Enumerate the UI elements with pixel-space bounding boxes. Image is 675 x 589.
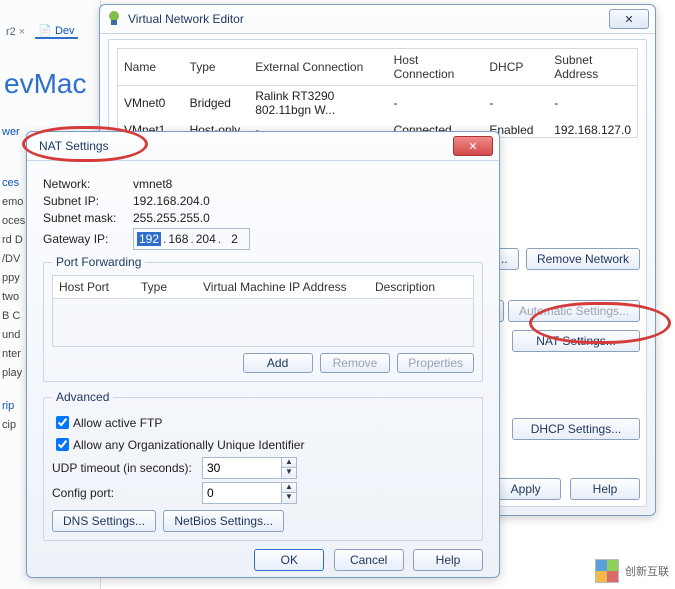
help-button[interactable]: Help [570,478,640,500]
advanced-legend: Advanced [52,390,113,404]
pf-remove-button[interactable]: Remove [320,353,390,373]
subnet-value: 192.168.204.0 [133,194,210,208]
dhcp-settings-button[interactable]: DHCP Settings... [512,418,640,440]
udp-timeout-label: UDP timeout (in seconds): [52,461,202,475]
nat-settings-button[interactable]: NAT Settings... [512,330,640,352]
config-port-label: Config port: [52,486,202,500]
col-host[interactable]: Host Connection [388,49,484,86]
udp-timeout-input[interactable] [203,458,281,478]
app-icon [106,10,122,29]
table-row[interactable]: VMnet0 Bridged Ralink RT3290 802.11bgn W… [118,86,637,121]
col-type[interactable]: Type [184,49,250,86]
port-forwarding-group: Port Forwarding Host Port Type Virtual M… [43,255,483,382]
config-port-stepper[interactable]: ▲▼ [202,482,297,504]
vne-titlebar[interactable]: Virtual Network Editor ✕ [100,5,655,34]
dns-settings-button[interactable]: DNS Settings... [52,510,156,532]
col-subnet[interactable]: Subnet Address [548,49,637,86]
allow-oui-checkbox[interactable] [56,438,69,451]
network-value: vmnet8 [133,177,172,191]
chevron-down-icon[interactable]: ▼ [282,493,296,502]
help-button[interactable]: Help [413,549,483,571]
gateway-label: Gateway IP: [43,232,133,246]
window-title: Virtual Network Editor [128,12,244,26]
cancel-button[interactable]: Cancel [334,549,404,571]
udp-timeout-stepper[interactable]: ▲▼ [202,457,297,479]
automatic-settings-button[interactable]: Automatic Settings... [508,300,640,322]
mask-label: Subnet mask: [43,211,133,225]
gateway-ip-input[interactable]: 192. 168. 204. 2 [133,228,250,250]
close-button[interactable]: ✕ [609,9,649,29]
watermark-logo: 创新互联 [595,559,669,583]
config-port-input[interactable] [203,483,281,503]
bg-tab-label: r2 [6,26,16,38]
col-dhcp[interactable]: DHCP [483,49,548,86]
network-table[interactable]: Name Type External Connection Host Conne… [118,49,637,138]
pf-add-button[interactable]: Add [243,353,313,373]
nat-titlebar[interactable]: NAT Settings ✕ [27,132,499,161]
remove-network-button[interactable]: Remove Network [526,248,640,270]
netbios-settings-button[interactable]: NetBios Settings... [163,510,284,532]
allow-active-ftp-checkbox[interactable] [56,416,69,429]
port-forwarding-legend: Port Forwarding [52,255,145,269]
network-label: Network: [43,177,133,191]
logo-text: 创新互联 [625,563,669,579]
dialog-title: NAT Settings [39,139,109,153]
close-button[interactable]: ✕ [453,136,493,156]
chevron-down-icon[interactable]: ▼ [282,468,296,477]
subnet-label: Subnet IP: [43,194,133,208]
pf-properties-button[interactable]: Properties [397,353,474,373]
page-title: evMac [4,68,86,100]
port-forwarding-table[interactable]: Host Port Type Virtual Machine IP Addres… [53,276,473,299]
advanced-group: Advanced Allow active FTP Allow any Orga… [43,390,483,541]
col-name[interactable]: Name [118,49,184,86]
close-icon[interactable]: × [19,26,25,38]
bg-link: wer [2,126,20,138]
active-tab[interactable]: 📄 Dev [35,24,77,39]
logo-icon [595,559,619,583]
apply-button[interactable]: Apply [491,478,561,500]
col-ext[interactable]: External Connection [249,49,387,86]
ok-button[interactable]: OK [254,549,324,571]
nat-content: Network:vmnet8 Subnet IP:192.168.204.0 S… [35,166,491,569]
nat-settings-dialog: NAT Settings ✕ Network:vmnet8 Subnet IP:… [26,131,500,578]
mask-value: 255.255.255.0 [133,211,210,225]
